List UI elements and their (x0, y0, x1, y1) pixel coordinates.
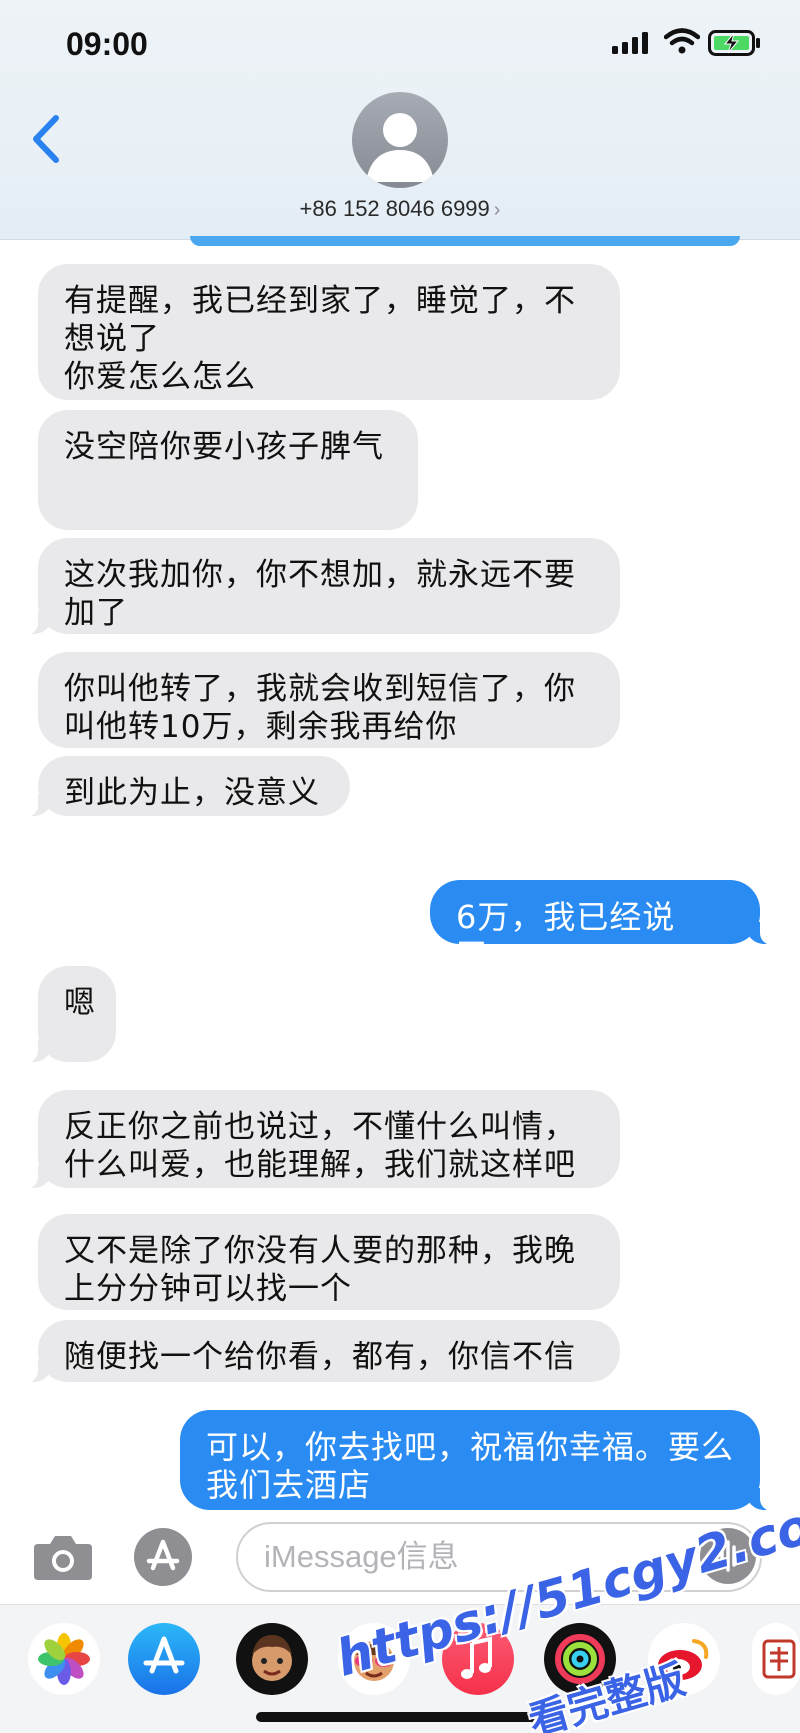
app-store-icon (146, 1539, 180, 1571)
cellular-signal-icon (612, 32, 648, 54)
weibo-app[interactable] (648, 1623, 720, 1695)
animoji-icon (354, 1641, 394, 1681)
message-bubble-incoming[interactable]: 有提醒，我已经到家了，睡觉了，不 想说了 你爱怎么怎么 (38, 264, 620, 400)
activity-app[interactable] (544, 1623, 616, 1695)
status-time: 09:00 (66, 26, 148, 62)
memoji-icon (252, 1635, 292, 1681)
audio-message-button[interactable] (700, 1528, 756, 1584)
message-bubble-incoming[interactable]: 嗯 (18, 966, 116, 1063)
chevron-right-icon: › (493, 199, 501, 221)
contact-number-text: +86 152 8046 6999 (299, 196, 490, 221)
contact-number[interactable]: +86 152 8046 6999 › (0, 196, 800, 222)
memoji-app[interactable] (236, 1623, 308, 1695)
chevron-left-icon (33, 115, 59, 163)
more-app[interactable] (752, 1623, 800, 1695)
animoji-app[interactable] (338, 1623, 410, 1695)
app-store-icon (143, 1636, 185, 1674)
contact-avatar[interactable] (352, 92, 448, 188)
more-app-icon (762, 1639, 796, 1679)
back-button[interactable] (26, 112, 66, 166)
message-bubble-outgoing[interactable]: 可以，你去找吧，祝福你幸福。要么 我们去酒店 (180, 1410, 780, 1511)
message-bubble-incoming[interactable]: 你叫他转了，我就会收到短信了，你 叫他转10万，剩余我再给你 (38, 652, 620, 748)
compose-bar: iMessage信息 (0, 1512, 800, 1602)
activity-icon (555, 1634, 605, 1684)
music-app[interactable] (442, 1623, 514, 1695)
audio-waveform-icon (714, 1540, 742, 1572)
person-silhouette-icon (366, 113, 434, 182)
app-store-app[interactable] (128, 1623, 200, 1695)
message-bubble-incoming[interactable]: 又不是除了你没有人要的那种，我晚 上分分钟可以找一个 (38, 1214, 620, 1310)
message-bubble-incoming[interactable]: 这次我加你，你不想加，就永远不要 加了 (18, 538, 620, 635)
message-bubble-incoming[interactable]: 到此为止，没意义 (18, 756, 350, 817)
battery-charging-icon (708, 30, 760, 56)
message-bubble-outgoing[interactable]: 6万，我已经说了。 (430, 880, 780, 974)
photos-app[interactable] (28, 1623, 100, 1695)
wifi-icon (664, 28, 700, 54)
message-thread[interactable]: 有提醒，我已经到家了，睡觉了，不 想说了 你爱怎么怎么 没空陪你要小孩子脾气 这… (0, 240, 800, 1520)
photos-icon (38, 1633, 90, 1685)
music-icon (461, 1636, 492, 1679)
message-bubble-incoming[interactable]: 没空陪你要小孩子脾气 (38, 410, 418, 530)
camera-icon (34, 1536, 92, 1580)
status-bar: 09:00 (0, 0, 800, 90)
message-input[interactable]: iMessage信息 (236, 1522, 762, 1592)
app-store-button[interactable] (134, 1528, 192, 1586)
message-bubble-incoming[interactable]: 反正你之前也说过，不懂什么叫情， 什么叫爱，也能理解，我们就这样吧 (18, 1090, 620, 1189)
camera-button[interactable] (32, 1532, 94, 1582)
home-indicator[interactable] (256, 1712, 546, 1722)
message-bubble-incoming[interactable]: 随便找一个给你看，都有，你信不信 (18, 1320, 620, 1383)
weibo-icon (658, 1639, 709, 1680)
